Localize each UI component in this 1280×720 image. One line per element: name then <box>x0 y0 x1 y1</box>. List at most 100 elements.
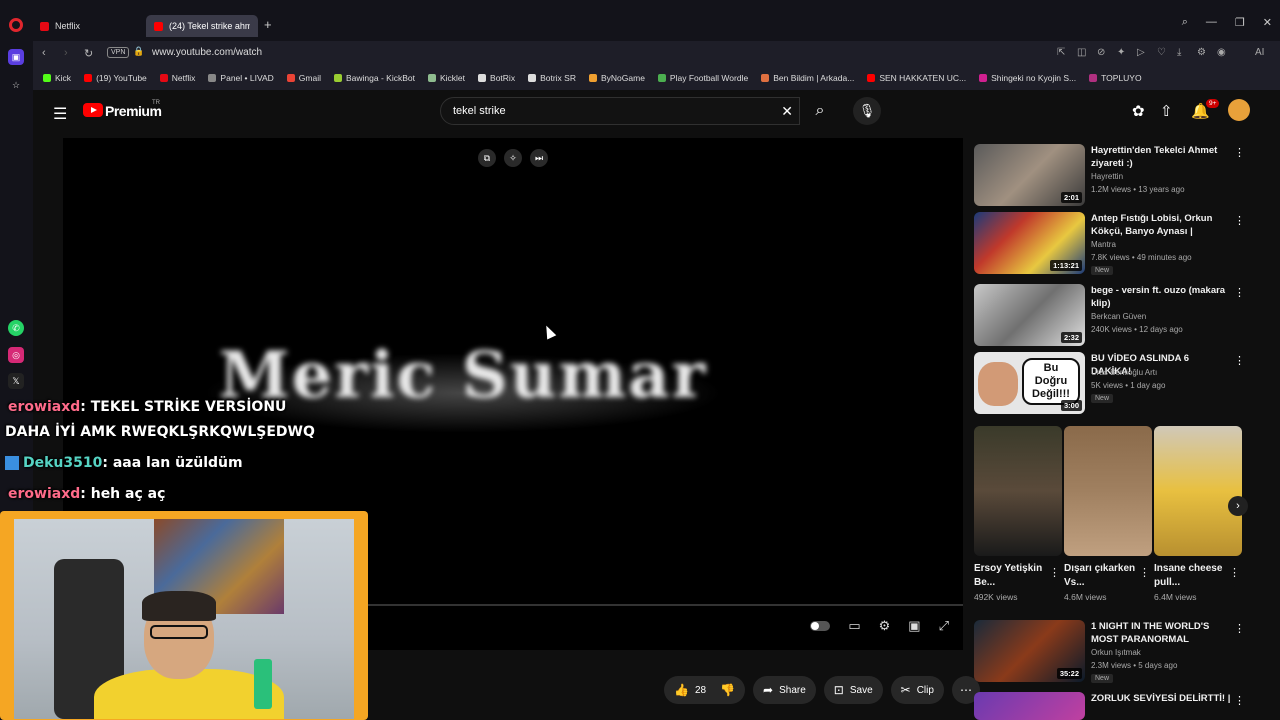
video-title[interactable]: Hayrettin'den Tekelci Ahmet ziyareti :) <box>1091 144 1231 170</box>
video-thumbnail[interactable]: Bu Doğru Değil!!! 3:00 <box>974 352 1085 414</box>
profile-icon[interactable]: ◉ <box>1217 47 1226 58</box>
short-thumbnail[interactable] <box>974 426 1062 556</box>
easy-setup-icon[interactable]: ⚙ <box>1197 47 1206 58</box>
instagram-icon[interactable]: ◎ <box>8 347 24 363</box>
more-options-icon[interactable]: ⋮ <box>1234 354 1245 367</box>
minimize-icon[interactable]: — <box>1206 16 1217 29</box>
more-options-icon[interactable]: ⋮ <box>1229 566 1240 579</box>
captions-icon[interactable]: ▭ <box>848 618 860 634</box>
channel-name[interactable]: Mantra <box>1091 240 1116 249</box>
heart-icon[interactable]: ♡ <box>1157 47 1166 58</box>
search-tabs-icon[interactable]: ⌕ <box>1182 16 1188 29</box>
miniplayer-icon[interactable]: ⧉ <box>478 149 496 167</box>
ai-summary-icon[interactable]: ✧ <box>504 149 522 167</box>
more-options-icon[interactable]: ⋮ <box>1234 622 1245 635</box>
bookmark-item[interactable]: Panel • LIVAD <box>208 73 274 83</box>
tab-netflix[interactable]: Netflix <box>32 15 144 37</box>
url-field[interactable]: www.youtube.com/watch <box>152 47 262 58</box>
bookmark-item[interactable]: (19) YouTube <box>84 73 147 83</box>
short-item[interactable]: Ersoy Yetişkin Be... 492K views ⋮ <box>974 426 1062 602</box>
reload-icon[interactable]: ↻ <box>84 47 93 60</box>
bookmark-item[interactable]: Ben Bildim | Arkada... <box>761 73 854 83</box>
recommendation-item[interactable]: 2:32 bege - versin ft. ouzo (makara klip… <box>974 284 1254 350</box>
autoplay-toggle[interactable] <box>810 621 831 631</box>
hamburger-menu-icon[interactable]: ☰ <box>53 104 67 124</box>
channel-name[interactable]: Berkcan Güven <box>1091 312 1146 321</box>
recommendation-item[interactable]: 1:13:21 Antep Fıstığı Lobisi, Orkun Kökç… <box>974 212 1254 278</box>
short-title[interactable]: Dışarı çıkarken Vs... <box>1064 562 1140 590</box>
bookmark-item[interactable]: Gmail <box>286 73 321 83</box>
video-title[interactable]: ZORLUK SEVİYESİ DELİRTTİ! | <box>1091 692 1231 705</box>
fullscreen-icon[interactable]: ⤢ <box>939 618 949 634</box>
bookmark-item[interactable]: Play Football Wordle <box>657 73 748 83</box>
clear-search-icon[interactable]: ✕ <box>781 103 793 120</box>
tab-youtube[interactable]: (24) Tekel strike ahmet ab <box>146 15 258 37</box>
short-title[interactable]: Ersoy Yetişkin Be... <box>974 562 1050 590</box>
back-icon[interactable]: ‹ <box>42 47 46 59</box>
camera-icon[interactable]: ◫ <box>1077 47 1086 58</box>
more-options-icon[interactable]: ⋮ <box>1139 566 1150 579</box>
bookmark-item[interactable]: Netflix <box>159 73 195 83</box>
voice-search-button[interactable]: 🎙 <box>853 97 881 125</box>
bookmark-item[interactable]: BotRix <box>478 73 515 83</box>
short-thumbnail[interactable] <box>1064 426 1152 556</box>
maximize-icon[interactable]: ❐ <box>1235 16 1245 29</box>
save-button[interactable]: ⊡ Save <box>823 676 883 704</box>
recommendation-item[interactable]: 35:22 1 NIGHT IN THE WORLD'S MOST PARANO… <box>974 620 1254 686</box>
whatsapp-icon[interactable]: ✆ <box>8 320 24 336</box>
theater-mode-icon[interactable]: ▣ <box>908 618 920 634</box>
more-options-icon[interactable]: ⋮ <box>1234 146 1245 159</box>
recommendation-item[interactable]: 2:01 Hayrettin'den Tekelci Ahmet ziyaret… <box>974 144 1254 210</box>
short-item[interactable]: Insane cheese pull... 6.4M views ⋮ <box>1154 426 1242 602</box>
adblock-icon[interactable]: ⊘ <box>1097 47 1105 58</box>
share-page-icon[interactable]: ⇱ <box>1057 47 1065 58</box>
more-options-icon[interactable]: ⋮ <box>1234 286 1245 299</box>
channel-name[interactable]: Uras Benlioğlu Artı <box>1091 368 1157 377</box>
bookmark-item[interactable]: TOPLUYO <box>1089 73 1142 83</box>
video-title[interactable]: bege - versin ft. ouzo (makara klip) <box>1091 284 1231 310</box>
video-thumbnail[interactable] <box>974 692 1085 720</box>
thumbs-down-icon[interactable]: 👎 <box>720 683 735 697</box>
gemini-icon[interactable]: ✿ <box>1132 102 1145 120</box>
bookmark-item[interactable]: Kick <box>43 73 71 83</box>
youtube-logo-icon[interactable] <box>83 103 103 117</box>
video-title[interactable]: Antep Fıstığı Lobisi, Orkun Kökçü, Banyo… <box>1091 212 1231 239</box>
opera-logo-icon[interactable] <box>9 18 23 32</box>
short-thumbnail[interactable] <box>1154 426 1242 556</box>
channel-name[interactable]: Hayrettin <box>1091 172 1123 181</box>
search-input[interactable]: tekel strike ✕ <box>440 97 800 125</box>
bookmark-item[interactable]: ByNoGame <box>588 73 645 83</box>
recommendation-item[interactable]: ZORLUK SEVİYESİ DELİRTTİ! | ⋮ <box>974 692 1254 720</box>
bookmark-sidebar-icon[interactable]: ☆ <box>8 77 24 93</box>
clip-button[interactable]: ✂ Clip <box>890 676 944 704</box>
download-icon[interactable]: ⤓ <box>1177 47 1181 58</box>
shorts-next-icon[interactable]: › <box>1228 496 1248 516</box>
forward-icon[interactable]: › <box>64 47 68 59</box>
x-twitter-icon[interactable]: 𝕏 <box>8 373 24 389</box>
like-button[interactable]: 👍 28 👎 <box>664 676 746 704</box>
video-title[interactable]: 1 NIGHT IN THE WORLD'S MOST PARANORMAL F… <box>1091 620 1231 647</box>
lock-icon[interactable]: 🔒 <box>133 46 144 57</box>
more-options-icon[interactable]: ⋮ <box>1234 694 1245 707</box>
bookmark-item[interactable]: SEN HAKKATEN UC... <box>867 73 966 83</box>
avatar[interactable] <box>1228 99 1250 121</box>
more-options-icon[interactable]: ⋮ <box>1234 214 1245 227</box>
more-options-icon[interactable]: ⋮ <box>1049 566 1060 579</box>
short-item[interactable]: Dışarı çıkarken Vs... 4.6M views ⋮ <box>1064 426 1152 602</box>
recommendation-item[interactable]: Bu Doğru Değil!!! 3:00 BU VİDEO ASLINDA … <box>974 352 1254 418</box>
upload-icon[interactable]: ⇧ <box>1160 102 1173 120</box>
settings-gear-icon[interactable]: ⚙ <box>879 618 891 634</box>
search-query[interactable]: tekel strike <box>453 105 506 117</box>
workspace-icon[interactable]: ▣ <box>8 49 24 65</box>
close-window-icon[interactable]: ✕ <box>1263 16 1272 29</box>
bookmark-item[interactable]: Botrix SR <box>528 73 576 83</box>
video-thumbnail[interactable]: 35:22 <box>974 620 1085 682</box>
vpn-badge[interactable]: VPN <box>107 47 130 58</box>
extensions-icon[interactable]: ✦ <box>1117 47 1125 58</box>
ai-button[interactable]: AI <box>1255 47 1264 58</box>
bookmark-item[interactable]: Bawinga - KickBot <box>334 73 415 83</box>
bookmark-item[interactable]: Kicklet <box>427 73 465 83</box>
new-tab-icon[interactable]: + <box>264 18 272 32</box>
video-thumbnail[interactable]: 2:01 <box>974 144 1085 206</box>
bookmark-item[interactable]: Shingeki no Kyojin S... <box>979 73 1076 83</box>
